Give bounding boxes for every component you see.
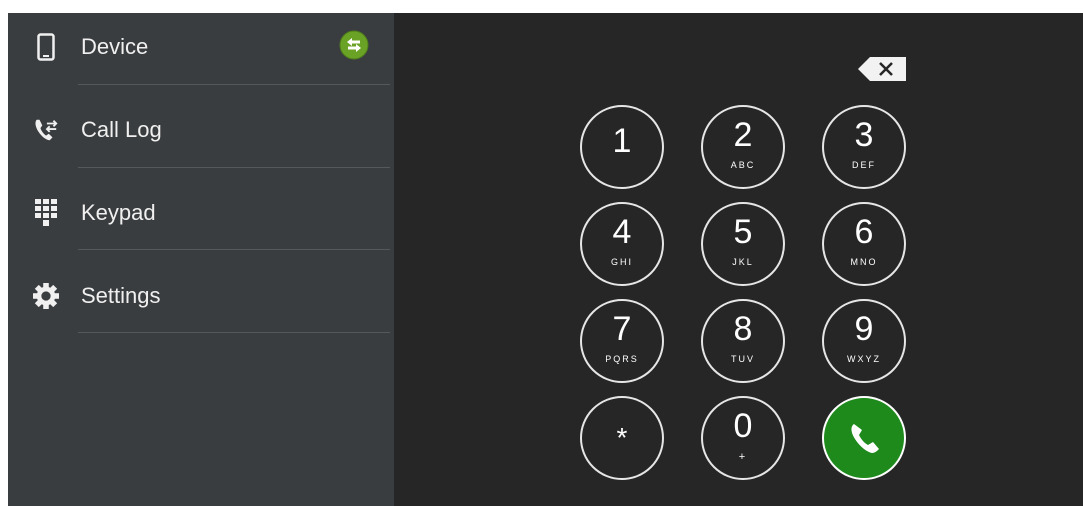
call-button[interactable] — [822, 396, 906, 480]
key-6[interactable]: 6 MNO — [822, 202, 906, 286]
sync-arrows-icon[interactable] — [339, 30, 369, 60]
sidebar-item-device[interactable]: Device — [8, 5, 390, 88]
phone-device-icon — [33, 32, 59, 61]
dialer-panel: 1 2 ABC 3 DEF 4 GHI 5 JKL 6 MNO 7 PQRS 8… — [394, 13, 1083, 506]
key-4[interactable]: 4 GHI — [580, 202, 664, 286]
sidebar-item-label: Settings — [81, 282, 161, 308]
key-9[interactable]: 9 WXYZ — [822, 299, 906, 383]
sidebar-item-call-log[interactable]: Call Log — [8, 88, 390, 171]
key-star[interactable]: * — [580, 396, 664, 480]
key-7[interactable]: 7 PQRS — [580, 299, 664, 383]
app-frame: Device Call Log Keypad Settings 1 2 ABC … — [8, 13, 1083, 506]
phone-call-icon — [846, 420, 884, 463]
call-log-icon — [33, 117, 59, 143]
gear-icon — [33, 282, 59, 309]
divider — [78, 84, 390, 85]
divider — [78, 332, 390, 333]
sidebar: Device Call Log Keypad Settings — [8, 13, 394, 506]
keypad-icon — [33, 198, 59, 226]
key-1[interactable]: 1 — [580, 105, 664, 189]
sidebar-item-label: Call Log — [81, 116, 162, 142]
sidebar-item-label: Device — [81, 33, 149, 59]
backspace-icon[interactable] — [857, 55, 907, 83]
divider — [78, 249, 390, 250]
sidebar-item-label: Keypad — [81, 199, 156, 225]
sidebar-item-keypad[interactable]: Keypad — [8, 171, 390, 254]
key-3[interactable]: 3 DEF — [822, 105, 906, 189]
key-5[interactable]: 5 JKL — [701, 202, 785, 286]
key-8[interactable]: 8 TUV — [701, 299, 785, 383]
sidebar-item-settings[interactable]: Settings — [8, 254, 390, 337]
divider — [78, 167, 390, 168]
key-0[interactable]: 0 + — [701, 396, 785, 480]
key-2[interactable]: 2 ABC — [701, 105, 785, 189]
